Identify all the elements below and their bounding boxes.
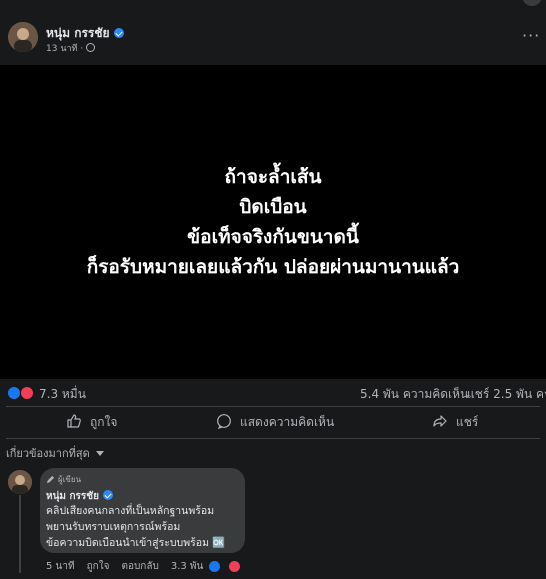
like-reaction-icon <box>209 561 221 572</box>
comment-author[interactable]: หนุ่ม กรรชัย <box>46 489 113 504</box>
comment-like-button[interactable]: ถูกใจ <box>87 559 110 574</box>
like-button[interactable]: ถูกใจ <box>66 408 117 436</box>
comment-line: พยานรับทราบเหตุการณ์พร้อม <box>46 521 181 533</box>
verified-badge-icon <box>102 490 113 500</box>
comment-bubble-icon <box>216 413 232 432</box>
comment-reply-button[interactable]: ตอบกลับ <box>121 559 158 574</box>
media-line: ถ้าจะล้ำเส้น <box>224 166 322 188</box>
reaction-count[interactable]: 7.3 หมื่น <box>39 385 86 404</box>
divider <box>6 438 540 439</box>
share-label: แชร์ <box>456 414 479 429</box>
comment-line: คลิปเสียงคนกลางที่เป็นหลักฐานพร้อม <box>46 505 215 517</box>
comment-button[interactable]: แสดงความคิดเห็น <box>216 408 334 436</box>
commenter-avatar[interactable] <box>8 470 32 494</box>
avatar-image-icon <box>8 470 32 494</box>
comment-author-name[interactable]: หนุ่ม กรรชัย <box>46 491 99 502</box>
comment-meta: 5 นาที ถูกใจ ตอบกลับ 3.3 พัน <box>46 559 252 574</box>
comment-sort-dropdown[interactable]: เกี่ยวข้องมากที่สุด <box>6 444 104 462</box>
comment-reaction-count[interactable]: 3.3 พัน <box>171 559 204 574</box>
author-name[interactable]: หนุ่ม กรรชัย <box>46 26 110 40</box>
comment-count[interactable]: 5.4 พัน ความคิดเห็น <box>360 385 468 404</box>
verified-badge-icon <box>113 28 124 38</box>
top-edge-button <box>522 0 542 6</box>
more-options-icon[interactable]: ··· <box>522 26 540 45</box>
like-label: ถูกใจ <box>90 414 118 429</box>
post-meta: 13 นาที · <box>46 41 96 55</box>
avatar-image-icon <box>8 22 38 52</box>
share-arrow-icon <box>432 413 448 432</box>
media-text: ถ้าจะล้ำเส้น บิดเบือน ข้อเท็จจริงกันขนาด… <box>0 162 546 282</box>
comment-label: แสดงความคิดเห็น <box>240 414 335 429</box>
author-avatar[interactable] <box>8 22 38 52</box>
post-time[interactable]: 13 นาที · <box>46 44 83 54</box>
thumbs-up-icon <box>66 413 82 432</box>
share-button[interactable]: แชร์ <box>432 408 478 436</box>
comment-time[interactable]: 5 นาที <box>46 559 75 574</box>
globe-icon <box>86 43 96 52</box>
media-line: ก็รอรับหมายเลยแล้วกัน ปล่อยผ่านมานานแล้ว <box>86 256 460 278</box>
love-reaction-icon <box>229 561 241 572</box>
pencil-icon <box>46 475 55 484</box>
sort-label: เกี่ยวข้องมากที่สุด <box>6 447 90 460</box>
media-line: ข้อเท็จจริงกันขนาดนี้ <box>187 226 359 248</box>
thread-line <box>19 495 21 573</box>
media-line: บิดเบือน <box>239 196 307 218</box>
author-role-badge: ผู้เขียน <box>46 473 81 486</box>
divider <box>6 406 540 407</box>
share-count[interactable]: แชร์ 2.5 พัน ครั้ง <box>467 385 546 404</box>
comment-text: คลิปเสียงคนกลางที่เป็นหลักฐานพร้อม พยานร… <box>46 503 241 551</box>
chevron-down-icon <box>95 450 104 456</box>
comment-line: ข้อความบิดเบือนนำเข้าสู่ระบบพร้อม 🆗 <box>46 537 226 549</box>
role-label: ผู้เขียน <box>58 475 82 484</box>
love-reaction-icon <box>20 386 34 400</box>
like-reaction-icon <box>7 386 21 400</box>
